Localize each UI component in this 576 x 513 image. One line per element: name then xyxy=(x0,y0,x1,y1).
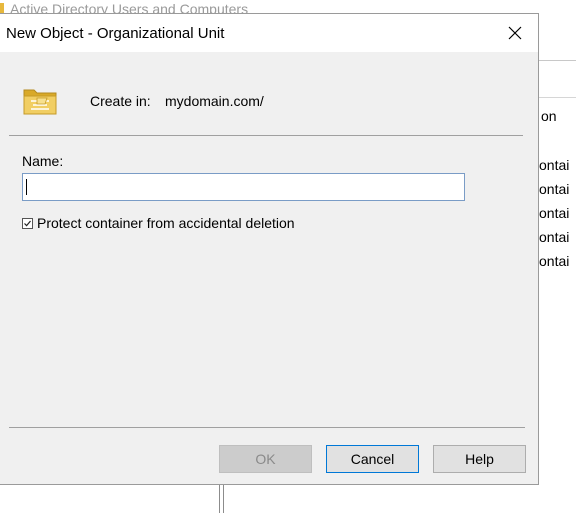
background-list-item: ontai xyxy=(539,157,570,173)
background-window-title: Active Directory Users and Computers xyxy=(10,1,249,13)
background-column-header: on xyxy=(541,108,557,124)
dialog-title: New Object - Organizational Unit xyxy=(6,25,225,42)
checkmark-icon xyxy=(24,220,31,226)
cancel-button[interactable]: Cancel xyxy=(326,445,419,473)
protect-from-deletion-label: Protect container from accidental deleti… xyxy=(37,215,295,231)
close-button[interactable] xyxy=(492,14,538,52)
divider xyxy=(9,427,525,428)
organizational-unit-icon xyxy=(23,89,57,115)
protect-from-deletion-checkbox-row[interactable]: Protect container from accidental deleti… xyxy=(22,215,295,231)
new-ou-dialog: New Object - Organizational Unit Create … xyxy=(0,13,539,485)
name-input[interactable] xyxy=(22,173,465,201)
background-list-item: ontai xyxy=(539,205,570,221)
text-caret xyxy=(26,179,27,195)
divider xyxy=(9,135,523,136)
protect-from-deletion-checkbox[interactable] xyxy=(22,217,33,229)
name-label: Name: xyxy=(22,153,64,169)
aduc-app-icon xyxy=(0,3,4,13)
background-window-titlebar: Active Directory Users and Computers xyxy=(0,0,576,13)
background-list-item: ontai xyxy=(539,181,570,197)
ok-button[interactable]: OK xyxy=(219,445,312,473)
close-icon xyxy=(508,26,522,40)
create-in-label: Create in: xyxy=(90,93,151,109)
background-list-item: ontai xyxy=(539,253,570,269)
dialog-titlebar[interactable]: New Object - Organizational Unit xyxy=(0,14,538,52)
background-splitter[interactable] xyxy=(219,485,224,513)
background-list-header-divider xyxy=(539,97,576,98)
background-list-item: ontai xyxy=(539,229,570,245)
help-button[interactable]: Help xyxy=(433,445,526,473)
create-in-path: mydomain.com/ xyxy=(165,93,264,109)
